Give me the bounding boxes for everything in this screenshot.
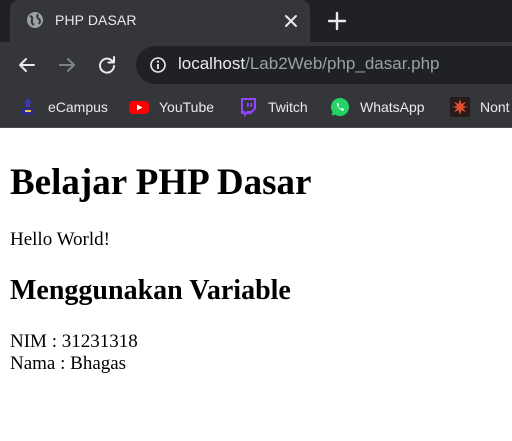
bookmark-label: WhatsApp — [360, 99, 425, 115]
bookmark-label: Nont — [480, 99, 510, 115]
url-text[interactable]: localhost/Lab2Web/php_dasar.php — [178, 54, 440, 74]
youtube-icon — [129, 101, 149, 114]
section-heading: Menggunakan Variable — [10, 275, 291, 306]
bookmark-whatsapp[interactable]: WhatsApp — [330, 96, 425, 118]
twitch-icon — [241, 98, 256, 117]
bookmark-label: YouTube — [159, 99, 215, 115]
toolbar: localhost/Lab2Web/php_dasar.php — [0, 42, 512, 88]
url-path: /Lab2Web/php_dasar.php — [245, 54, 440, 73]
url-host: localhost — [178, 54, 246, 73]
browser-chrome: PHP DASAR localhost/Lab2Web/php_dasar.ph… — [0, 0, 512, 128]
back-icon[interactable] — [16, 54, 38, 76]
forward-icon[interactable] — [56, 54, 78, 76]
reload-icon[interactable] — [96, 54, 118, 76]
new-tab-icon[interactable] — [327, 11, 347, 31]
address-bar[interactable]: localhost/Lab2Web/php_dasar.php — [136, 46, 512, 84]
ecampus-icon — [22, 98, 34, 115]
bookmark-twitch[interactable]: Twitch — [238, 96, 308, 118]
bookmark-label: Twitch — [268, 99, 308, 115]
bookmark-youtube[interactable]: YouTube — [129, 96, 214, 118]
bookmark-nont[interactable]: Nont — [450, 96, 510, 118]
tab-php-dasar[interactable]: PHP DASAR — [10, 0, 310, 42]
nim-line: NIM : 31231318 — [10, 331, 138, 352]
globe-icon — [27, 12, 43, 28]
bookmarks-bar: eCampus YouTube Twitch WhatsApp Nont — [0, 88, 512, 128]
tab-strip: PHP DASAR — [0, 0, 512, 42]
page-title: Belajar PHP Dasar — [10, 162, 312, 203]
bookmark-label: eCampus — [48, 99, 108, 115]
tab-title: PHP DASAR — [55, 12, 137, 28]
whatsapp-icon — [331, 98, 349, 116]
hello-text: Hello World! — [10, 229, 110, 250]
bookmark-ecampus[interactable]: eCampus — [18, 96, 108, 118]
close-icon[interactable] — [282, 12, 300, 30]
nont-icon — [450, 97, 470, 117]
page-content: Belajar PHP Dasar Hello World! Menggunak… — [10, 128, 500, 375]
info-icon[interactable] — [150, 57, 166, 73]
nama-line: Nama : Bhagas — [10, 353, 127, 374]
